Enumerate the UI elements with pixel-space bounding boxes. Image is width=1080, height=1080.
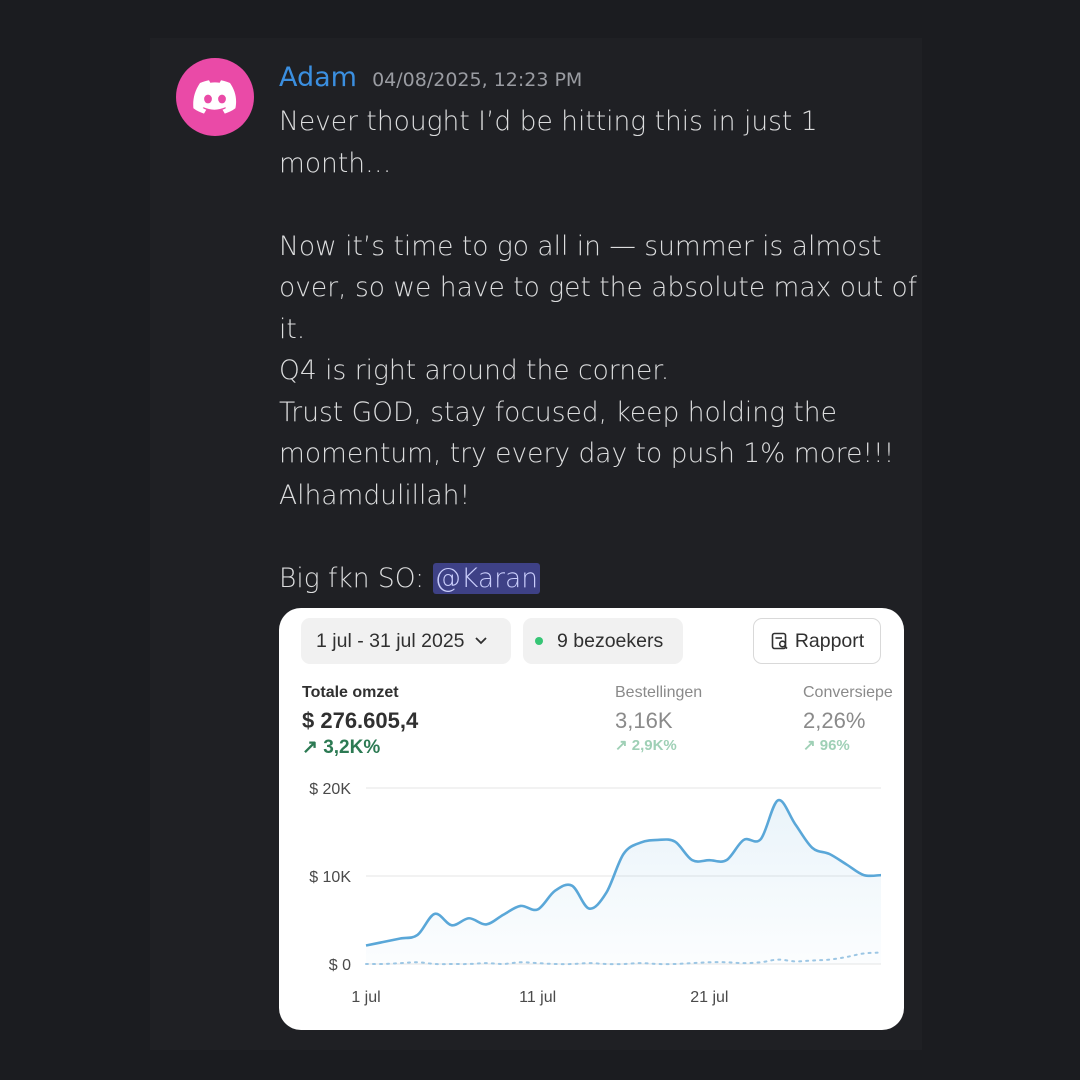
message-body: Never thought I’d be hitting this in jus… — [279, 101, 919, 599]
metric-label: Conversiepe — [803, 684, 893, 701]
date-range-picker[interactable]: 1 jul - 31 jul 2025 — [301, 618, 511, 664]
message-line: Alhamdulillah! — [279, 479, 471, 511]
metric-value: 2,26% — [803, 708, 866, 733]
date-range-label: 1 jul - 31 jul 2025 — [316, 629, 465, 652]
chevron-down-icon — [474, 637, 487, 645]
user-mention[interactable]: @Karan — [432, 562, 541, 594]
shoutout-prefix: Big fkn SO: — [279, 562, 433, 594]
revenue-line-chart: $ 20K $ 10K $ 01 jul 11 jul 21 jul — [309, 781, 882, 1006]
y-tick-label: $ 10K — [309, 869, 351, 886]
metric-change: ↗ 2,9K% — [615, 737, 677, 754]
metric-total-revenue[interactable]: Totale omzet $ 276.605,4 ↗ 3,2K% — [302, 684, 418, 759]
report-label: Rapport — [794, 629, 865, 652]
metric-orders[interactable]: Bestellingen 3,16K ↗ 2,9K% — [615, 684, 702, 754]
y-tick-label: $ 0 — [329, 957, 351, 974]
message-header: Adam 04/08/2025, 12:23 PM — [279, 62, 582, 93]
report-button[interactable]: Rapport — [753, 618, 881, 664]
message-line: Q4 is right around the corner. — [279, 355, 670, 386]
x-tick-label: 11 jul — [519, 989, 556, 1006]
avatar[interactable] — [176, 58, 254, 136]
live-dot-icon — [535, 637, 543, 645]
metric-change: ↗ 96% — [803, 737, 850, 754]
visitors-label: 9 bezoekers — [557, 629, 664, 652]
metric-value: 3,16K — [615, 708, 673, 733]
y-tick-label: $ 20K — [309, 781, 351, 798]
analytics-screenshot[interactable]: 1 jul - 31 jul 2025 9 bezoekers Rapport … — [279, 608, 904, 1030]
metric-label: Totale omzet — [302, 684, 399, 701]
x-tick-label: 21 jul — [690, 989, 728, 1006]
message-line: Trust GOD, stay focused, keep holding th… — [279, 396, 895, 470]
message-line: Never thought I’d be hitting this in jus… — [279, 106, 818, 179]
shoutout-line: Big fkn SO: @Karan — [279, 558, 919, 600]
message-line: Now it’s time to go all in — summer is a… — [279, 230, 918, 345]
visitors-pill[interactable]: 9 bezoekers — [523, 618, 683, 664]
discord-logo-icon — [193, 80, 237, 114]
metric-label: Bestellingen — [615, 684, 703, 701]
series-area — [366, 800, 881, 964]
author-name[interactable]: Adam — [279, 62, 357, 93]
metric-change: ↗ 3,2K% — [302, 737, 381, 758]
message-timestamp: 04/08/2025, 12:23 PM — [372, 69, 583, 91]
x-tick-label: 1 jul — [351, 989, 380, 1006]
metric-conversion[interactable]: Conversiepe 2,26% ↗ 96% — [803, 684, 893, 754]
report-icon — [771, 632, 788, 650]
metric-value: $ 276.605,4 — [302, 708, 419, 733]
